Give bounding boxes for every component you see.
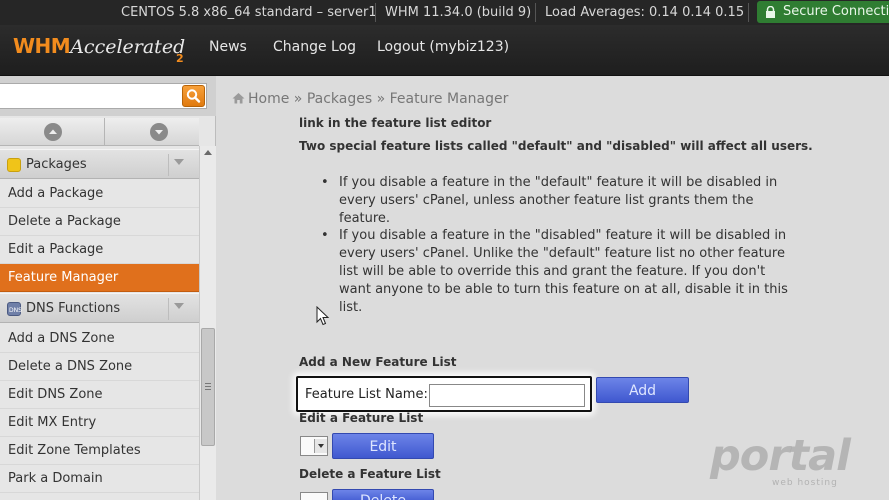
search-button[interactable]	[182, 85, 205, 107]
sidebar-item-edit-zone-templates[interactable]: Edit Zone Templates	[0, 437, 199, 465]
breadcrumb-separator: »	[376, 91, 386, 107]
header: WHMAccelerated 2 News Change Log Logout …	[0, 25, 889, 76]
collapse-icon[interactable]	[174, 159, 184, 165]
sidebar-item-edit-dns-zone[interactable]: Edit DNS Zone	[0, 381, 199, 409]
add-button[interactable]: Add	[596, 377, 689, 403]
logo-accelerated: Accelerated	[70, 36, 186, 58]
delete-button[interactable]: Delete	[332, 489, 434, 500]
server-info: CENTOS 5.8 x86_64 standard – server1	[121, 5, 377, 20]
scroll-down-button[interactable]	[105, 118, 204, 146]
feature-list-name-field: Feature List Name:	[296, 376, 592, 412]
packages-icon	[7, 158, 21, 172]
breadcrumb-packages[interactable]: Packages	[307, 91, 372, 107]
chevron-down-icon	[314, 439, 327, 453]
svg-text:DNS: DNS	[9, 307, 22, 314]
mouse-cursor-icon	[316, 306, 330, 326]
logo-whm: WHM	[13, 34, 71, 58]
edit-feature-list-heading: Edit a Feature List	[299, 411, 424, 425]
arrow-down-icon	[150, 123, 168, 141]
delete-feature-list-select[interactable]	[300, 492, 328, 500]
sidebar: Packages Add a Package Delete a Package …	[0, 76, 216, 500]
sidebar-item-add-package[interactable]: Add a Package	[0, 180, 199, 208]
sidebar-search-input[interactable]	[0, 83, 207, 109]
scrollbar-thumb[interactable]	[201, 328, 215, 446]
watermark-main: portal	[710, 431, 851, 481]
scroll-up-button[interactable]	[0, 118, 99, 146]
sidebar-group-packages[interactable]: Packages	[0, 149, 199, 179]
watermark-sub: web hosting	[772, 478, 838, 488]
whm-accelerated-logo[interactable]: WHMAccelerated 2	[13, 34, 185, 68]
breadcrumb-separator: »	[293, 91, 303, 107]
home-icon	[232, 93, 245, 104]
sidebar-group-dns-functions[interactable]: DNS DNS Functions	[0, 293, 199, 323]
status-divider	[535, 3, 536, 22]
sidebar-scrollbar[interactable]	[199, 146, 216, 500]
edit-feature-list-select[interactable]	[300, 436, 328, 456]
sidebar-item-delete-package[interactable]: Delete a Package	[0, 208, 199, 236]
portal-watermark-logo: portal web hosting	[710, 431, 860, 491]
add-feature-list-heading: Add a New Feature List	[299, 355, 457, 369]
secure-connection-badge: Secure Connection	[757, 1, 889, 23]
sidebar-item-edit-mx-entry[interactable]: Edit MX Entry	[0, 409, 199, 437]
breadcrumb-home[interactable]: Home	[248, 91, 289, 107]
delete-feature-list-heading: Delete a Feature List	[299, 467, 441, 481]
sidebar-search	[0, 76, 216, 116]
status-divider	[375, 3, 376, 22]
secure-connection-label: Secure Connection	[783, 4, 889, 19]
sidebar-item-edit-package[interactable]: Edit a Package	[0, 236, 199, 264]
lock-icon	[766, 6, 775, 18]
sidebar-item-add-dns-zone[interactable]: Add a DNS Zone	[0, 325, 199, 353]
collapse-icon[interactable]	[174, 303, 184, 309]
arrow-up-icon	[44, 123, 62, 141]
breadcrumb-bar: Home » Packages » Feature Manager	[216, 76, 889, 120]
sidebar-scroll-controls	[0, 118, 199, 146]
list-item: If you disable a feature in the "default…	[319, 174, 789, 227]
sidebar-item-park-domain[interactable]: Park a Domain	[0, 465, 199, 493]
scroll-up-arrow[interactable]	[204, 150, 212, 155]
dns-icon: DNS	[7, 302, 22, 316]
whm-version: WHM 11.34.0 (build 9)	[385, 5, 532, 20]
group-label: Packages	[26, 157, 87, 172]
edit-button[interactable]: Edit	[332, 433, 434, 459]
breadcrumb: Home » Packages » Feature Manager	[232, 91, 508, 107]
load-averages: Load Averages: 0.14 0.14 0.15	[545, 5, 745, 20]
sidebar-item-feature-manager[interactable]: Feature Manager	[0, 264, 199, 292]
nav-change-log[interactable]: Change Log	[273, 39, 356, 55]
feature-list-name-label: Feature List Name:	[305, 387, 428, 402]
divider	[168, 298, 169, 320]
list-item: If you disable a feature in the "disable…	[319, 227, 789, 316]
divider	[168, 154, 169, 176]
status-divider	[748, 3, 749, 22]
feature-list-name-input[interactable]	[429, 384, 585, 407]
special-lists-note: Two special feature lists called "defaul…	[299, 139, 813, 153]
server-status-bar: CENTOS 5.8 x86_64 standard – server1 WHM…	[0, 0, 889, 25]
nav-news[interactable]: News	[209, 39, 247, 55]
nav-logout[interactable]: Logout (mybiz123)	[377, 39, 509, 55]
search-icon	[186, 89, 201, 103]
sidebar-item-delete-dns-zone[interactable]: Delete a DNS Zone	[0, 353, 199, 381]
breadcrumb-current: Feature Manager	[389, 91, 509, 107]
feature-notes-list: If you disable a feature in the "default…	[319, 174, 789, 316]
intro-text: link in the feature list editor	[299, 116, 492, 130]
group-label: DNS Functions	[26, 301, 121, 316]
logo-version: 2	[176, 52, 184, 65]
